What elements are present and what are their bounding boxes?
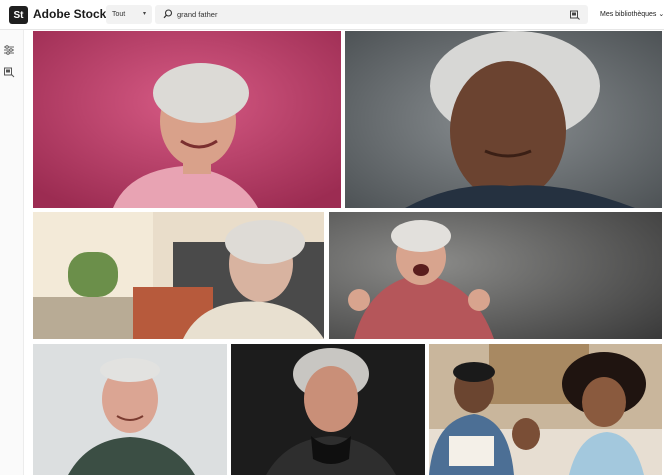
result-image-5[interactable] <box>33 344 227 475</box>
sliders-icon[interactable] <box>3 44 15 56</box>
result-image-7[interactable] <box>429 344 662 475</box>
elderly-man-photo <box>33 344 227 475</box>
result-image-4[interactable] <box>329 212 662 339</box>
visual-search-icon[interactable] <box>569 9 580 20</box>
search-input[interactable] <box>177 5 557 24</box>
my-libraries-menu[interactable]: Mes bibliothèques ⌄ <box>600 10 664 18</box>
search-icon <box>163 9 173 19</box>
result-image-1[interactable] <box>33 31 341 208</box>
result-image-2[interactable] <box>345 31 662 208</box>
result-image-6[interactable] <box>231 344 425 475</box>
elderly-woman-sofa-photo <box>33 212 324 339</box>
content-type-value: Tout <box>112 11 126 18</box>
elderly-woman-black-photo <box>231 344 425 475</box>
elderly-woman-grey-photo <box>345 31 662 208</box>
chevron-down-icon: ▾ <box>142 11 146 17</box>
my-libraries-label: Mes bibliothèques <box>600 11 657 18</box>
top-bar: St Adobe Stock Tout ▾ Mes bibliothèques … <box>0 0 664 30</box>
result-image-3[interactable] <box>33 212 324 339</box>
search-bar[interactable] <box>155 5 588 24</box>
left-sidebar <box>0 30 24 475</box>
chevron-down-icon: ⌄ <box>658 11 664 18</box>
man-and-girls-reading-photo <box>429 344 662 475</box>
elderly-woman-pink-photo <box>33 31 341 208</box>
content-type-select[interactable]: Tout ▾ <box>106 5 152 24</box>
angry-elderly-woman-photo <box>329 212 662 339</box>
visual-search-icon[interactable] <box>3 66 15 78</box>
adobe-stock-logo[interactable]: St <box>9 6 28 24</box>
app-title[interactable]: Adobe Stock <box>33 7 106 21</box>
